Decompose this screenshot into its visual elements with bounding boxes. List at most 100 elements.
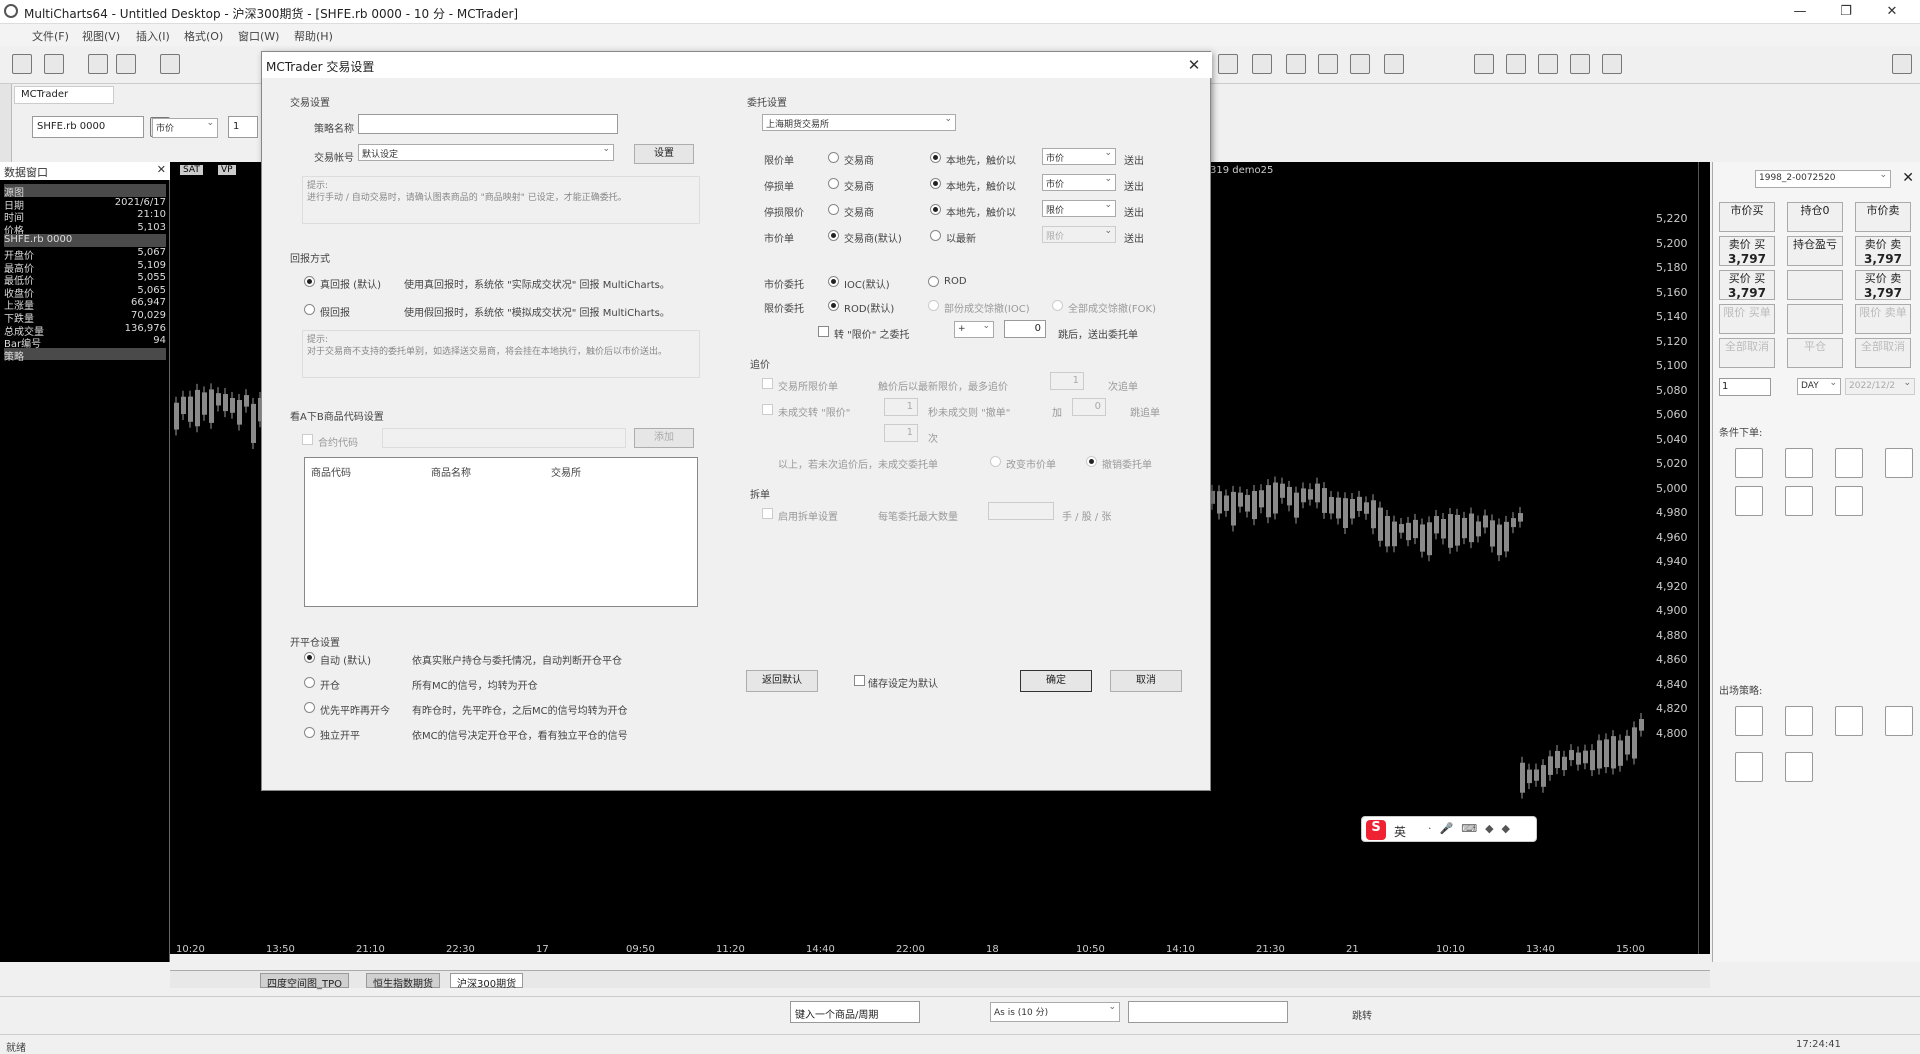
- split-checkbox[interactable]: [762, 508, 773, 519]
- order-local-radio[interactable]: [930, 204, 941, 215]
- trade-button[interactable]: [1787, 270, 1843, 300]
- menu-view[interactable]: 视图(V): [82, 28, 120, 44]
- symbol-period-input[interactable]: 键入一个商品/周期: [790, 1001, 920, 1023]
- close-icon[interactable]: ✕: [1902, 170, 1914, 186]
- col-symbol-name[interactable]: 商品名称: [431, 464, 471, 479]
- account-select[interactable]: 默认设定: [358, 144, 614, 161]
- studies-icon[interactable]: [1252, 54, 1272, 74]
- mkt-ioc-radio[interactable]: [828, 276, 839, 287]
- menu-insert[interactable]: 插入(I): [136, 28, 170, 44]
- convert-limit-checkbox[interactable]: [818, 326, 829, 337]
- trade-button[interactable]: [1787, 304, 1843, 334]
- contract-code-input[interactable]: [382, 428, 626, 448]
- sell-order-icon[interactable]: [1835, 486, 1863, 516]
- zoom-out-icon[interactable]: [1538, 54, 1558, 74]
- menu-file[interactable]: 文件(F): [32, 28, 69, 44]
- order-send-radio[interactable]: [828, 178, 839, 189]
- unfilled-checkbox[interactable]: [762, 404, 773, 415]
- symbol-input[interactable]: SHFE.rb 0000: [32, 116, 144, 138]
- open-close-radio[interactable]: [304, 702, 315, 713]
- doc-tab-mctrader[interactable]: MCTrader: [14, 86, 114, 104]
- trade-button[interactable]: 持仓0: [1787, 202, 1843, 232]
- exit-icon-4[interactable]: [1885, 706, 1913, 736]
- qty-input[interactable]: 1: [228, 116, 258, 138]
- exit-icon-3[interactable]: [1835, 706, 1863, 736]
- zoom-in-icon[interactable]: [1506, 54, 1526, 74]
- ok-button[interactable]: 确定: [1020, 670, 1092, 692]
- workspace-icon[interactable]: [44, 54, 64, 74]
- add-button[interactable]: 添加: [634, 428, 694, 448]
- panel-qty-input[interactable]: 1: [1719, 378, 1771, 396]
- ime-toolbar[interactable]: S 英 ·🎤⌨◆◆: [1361, 816, 1537, 842]
- trade-button[interactable]: 卖价 买 3,797: [1719, 236, 1775, 266]
- tab-csi300[interactable]: 沪深300期货: [450, 973, 524, 990]
- tif-select[interactable]: DAY: [1797, 378, 1841, 395]
- trade-button[interactable]: 市价卖: [1855, 202, 1911, 232]
- minimize-button[interactable]: —: [1780, 2, 1820, 22]
- indicator-icon[interactable]: [1218, 54, 1238, 74]
- trade-button[interactable]: 全部取消: [1855, 338, 1911, 368]
- side-dock-strip[interactable]: [0, 84, 12, 164]
- screenshot-icon[interactable]: [1602, 54, 1622, 74]
- chase-count-input[interactable]: 1: [1050, 372, 1084, 390]
- save-default-checkbox[interactable]: [854, 675, 865, 686]
- lmt-ioc-radio[interactable]: [928, 300, 939, 311]
- order-local-radio[interactable]: [930, 152, 941, 163]
- as-is-select[interactable]: As is (10 分): [990, 1002, 1120, 1022]
- order-local-radio[interactable]: [930, 230, 941, 241]
- stop-limit-icon[interactable]: [1835, 448, 1863, 478]
- real-report-radio[interactable]: [304, 276, 315, 287]
- trade-button[interactable]: 卖价 卖 3,797: [1855, 236, 1911, 266]
- exit-icon-2[interactable]: [1785, 706, 1813, 736]
- ime-tools-icon[interactable]: ·🎤⌨◆◆: [1428, 822, 1518, 835]
- order-price-type-select[interactable]: 市价: [1042, 148, 1116, 165]
- split-max-input[interactable]: [988, 502, 1054, 520]
- volume-icon[interactable]: [1318, 54, 1338, 74]
- col-exchange[interactable]: 交易所: [551, 464, 581, 479]
- contract-code-checkbox[interactable]: [302, 434, 313, 445]
- pin-icon[interactable]: [1892, 54, 1912, 74]
- exit-icon-1[interactable]: [1735, 706, 1763, 736]
- order-send-radio[interactable]: [828, 204, 839, 215]
- order-price-type-select[interactable]: 限价: [1042, 226, 1116, 243]
- menu-format[interactable]: 格式(O): [184, 28, 223, 44]
- cancel-button[interactable]: 取消: [1110, 670, 1182, 692]
- bar-chart-icon[interactable]: [1286, 54, 1306, 74]
- close-window-button[interactable]: ✕: [1872, 2, 1912, 22]
- break-order-icon[interactable]: [1885, 448, 1913, 478]
- unfilled-seconds-input[interactable]: 1: [884, 398, 918, 416]
- trade-button[interactable]: 平仓: [1787, 338, 1843, 368]
- open-close-radio[interactable]: [304, 652, 315, 663]
- chase-limit-checkbox[interactable]: [762, 378, 773, 389]
- limit-order-icon[interactable]: [1785, 448, 1813, 478]
- exchange-select[interactable]: 上海期货交易所: [762, 114, 956, 131]
- trade-button[interactable]: 市价买: [1719, 202, 1775, 232]
- lmt-rod-radio[interactable]: [828, 300, 839, 311]
- cross-icon[interactable]: [1474, 54, 1494, 74]
- mkt-rod-radio[interactable]: [928, 276, 939, 287]
- tab-tpo[interactable]: 四度空间图_TPO: [260, 973, 350, 990]
- menu-help[interactable]: 帮助(H): [294, 28, 333, 44]
- document-icon[interactable]: [160, 54, 180, 74]
- fake-report-radio[interactable]: [304, 304, 315, 315]
- trade-button[interactable]: 买价 卖 3,797: [1855, 270, 1911, 300]
- save-icon[interactable]: [88, 54, 108, 74]
- order-send-radio[interactable]: [828, 152, 839, 163]
- fade-order-icon[interactable]: [1735, 486, 1763, 516]
- date-input[interactable]: [1128, 1001, 1288, 1023]
- order-send-radio[interactable]: [828, 230, 839, 241]
- lmt-fok-radio[interactable]: [1052, 300, 1063, 311]
- order-price-type-select[interactable]: 限价: [1042, 200, 1116, 217]
- strategy-name-input[interactable]: [358, 114, 618, 134]
- convert-ticks-input[interactable]: 0: [1004, 320, 1046, 338]
- close-icon[interactable]: ✕: [157, 163, 166, 176]
- date-select[interactable]: 2022/12/2: [1845, 378, 1915, 395]
- menu-window[interactable]: 窗口(W): [238, 28, 279, 44]
- dialog-close-button[interactable]: ✕: [1184, 56, 1204, 74]
- buy-order-icon[interactable]: [1785, 486, 1813, 516]
- cancel-order-radio[interactable]: [1086, 456, 1097, 467]
- order-price-type-select[interactable]: 市价: [1042, 174, 1116, 191]
- trade-button[interactable]: 买价 买 3,797: [1719, 270, 1775, 300]
- restore-default-button[interactable]: 返回默认: [746, 670, 818, 692]
- new-icon[interactable]: [12, 54, 32, 74]
